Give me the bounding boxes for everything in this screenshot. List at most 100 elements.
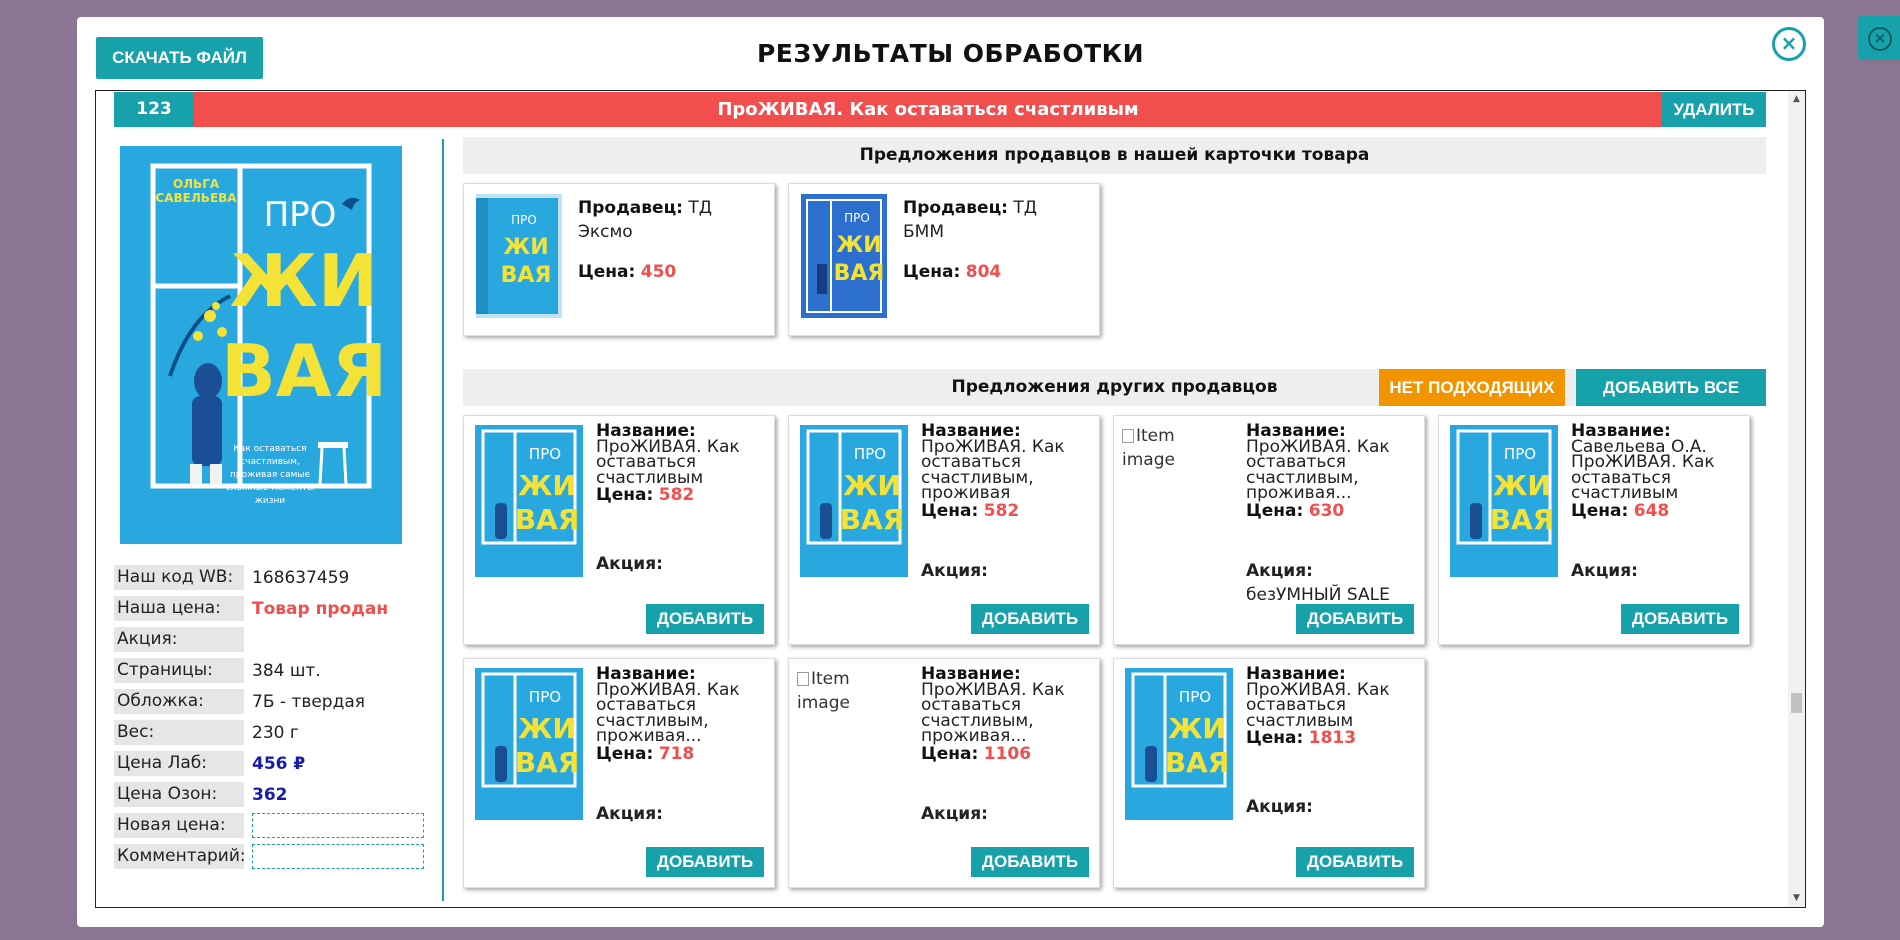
- property-row: Наш код WB: 168637459: [114, 565, 444, 590]
- weight-value: 230 г: [252, 722, 299, 743]
- dialog-title: РЕЗУЛЬТАТЫ ОБРАБОТКИ: [756, 39, 1144, 68]
- svg-text:ВАЯ: ВАЯ: [1165, 746, 1230, 779]
- property-row: Цена Лаб: 456 ₽: [114, 751, 444, 776]
- property-label: Наша цена:: [114, 596, 244, 621]
- svg-text:ВАЯ: ВАЯ: [221, 329, 387, 413]
- background-close-button[interactable]: ×: [1858, 16, 1900, 60]
- our-price-value: Товар продан: [252, 598, 389, 619]
- promo-label: Акция:: [1246, 797, 1313, 817]
- price-label: Цена:: [903, 262, 961, 282]
- broken-image-icon: [1122, 429, 1134, 443]
- offer-name: ПроЖИВАЯ. Как оставаться счастливым: [596, 436, 740, 488]
- vertical-scrollbar[interactable]: ▲ ▼: [1788, 91, 1805, 907]
- cover-type-value: 7Б - твердая: [252, 691, 365, 712]
- property-label: Обложка:: [114, 689, 244, 714]
- close-icon: ×: [1868, 27, 1892, 51]
- property-label: Наш код WB:: [114, 565, 244, 590]
- price-value: 648: [1633, 500, 1670, 521]
- pages-value: 384 шт.: [252, 660, 321, 681]
- price-label: Цена:: [1246, 728, 1304, 748]
- book-thumbnail: ПРО ЖИ ВАЯ: [800, 425, 908, 577]
- scroll-up-arrow-icon[interactable]: ▲: [1788, 91, 1805, 108]
- svg-text:ВАЯ: ВАЯ: [840, 503, 905, 536]
- other-seller-offer-card: ПРО ЖИ ВАЯ Название: ПроЖИВАЯ. Как остава…: [463, 658, 775, 888]
- add-all-button[interactable]: ДОБАВИТЬ ВСЕ: [1576, 369, 1766, 406]
- add-button[interactable]: ДОБАВИТЬ: [1621, 604, 1739, 634]
- price-value: 804: [965, 262, 1002, 282]
- book-thumbnail: ПРО ЖИ ВАЯ: [1450, 425, 1558, 577]
- add-button[interactable]: ДОБАВИТЬ: [1296, 604, 1414, 634]
- property-row: Акция:: [114, 627, 444, 652]
- offer-name: ПроЖИВАЯ. Как оставаться счастливым, про…: [921, 436, 1065, 503]
- add-button[interactable]: ДОБАВИТЬ: [1296, 847, 1414, 877]
- price-value: 1106: [983, 743, 1032, 764]
- property-row: Новая цена:: [114, 813, 444, 838]
- delete-button[interactable]: УДАЛИТЬ: [1662, 92, 1766, 127]
- promo-value: безУМНЫЙ SALE: [1246, 585, 1390, 605]
- svg-text:ЖИ: ЖИ: [230, 239, 378, 323]
- book-thumbnail: ПРО ЖИ ВАЯ: [476, 194, 562, 318]
- add-button[interactable]: ДОБАВИТЬ: [646, 604, 764, 634]
- book-thumbnail: ПРО ЖИ ВАЯ: [801, 194, 887, 318]
- svg-text:ЖИ: ЖИ: [1493, 469, 1551, 502]
- item-title: ПроЖИВАЯ. Как оставаться счастливым: [717, 99, 1139, 120]
- wb-code-value: 168637459: [252, 567, 350, 588]
- property-label: Вес:: [114, 720, 244, 745]
- book-thumbnail: ПРО ЖИ ВАЯ: [475, 668, 583, 820]
- broken-image: Item image: [797, 667, 897, 715]
- property-row: Комментарий:: [114, 844, 444, 869]
- svg-text:ЖИ: ЖИ: [503, 235, 548, 260]
- price-value: 582: [983, 500, 1020, 521]
- svg-text:ЖИ: ЖИ: [843, 469, 901, 502]
- broken-image-icon: [797, 672, 809, 686]
- price-value: 450: [640, 262, 677, 282]
- svg-text:ВАЯ: ВАЯ: [515, 503, 580, 536]
- add-button[interactable]: ДОБАВИТЬ: [646, 847, 764, 877]
- add-button[interactable]: ДОБАВИТЬ: [971, 847, 1089, 877]
- seller-offer-card: ПРО ЖИ ВАЯ Продавец: ТД Эксмо Цена: 450: [463, 183, 775, 336]
- price-label: Цена:: [921, 743, 979, 764]
- svg-text:ПРО: ПРО: [854, 445, 886, 463]
- svg-text:ВАЯ: ВАЯ: [515, 746, 580, 779]
- scrollbar-thumb[interactable]: [1791, 693, 1802, 713]
- seller-offer-card: ПРО ЖИ ВАЯ Продавец: ТД БММ Цена: 804: [788, 183, 1100, 336]
- offer-name: ПроЖИВАЯ. Как оставаться счастливым, про…: [1246, 436, 1390, 503]
- broken-image: Item image: [1122, 424, 1222, 472]
- new-price-input[interactable]: [252, 813, 424, 838]
- svg-text:ПРО: ПРО: [511, 213, 537, 227]
- property-row: Страницы: 384 шт.: [114, 658, 444, 683]
- svg-text:ПРО: ПРО: [1179, 688, 1211, 706]
- seller-label: Продавец:: [578, 198, 683, 218]
- other-seller-offer-card: ПРО ЖИ ВАЯ Название: ПроЖИВАЯ. Как остава…: [1113, 658, 1425, 888]
- svg-text:ЖИ: ЖИ: [836, 233, 881, 258]
- price-value: 582: [658, 485, 695, 505]
- other-seller-offer-card: ПРО ЖИ ВАЯ Название: ПроЖИВАЯ. Как остава…: [463, 415, 775, 645]
- close-icon[interactable]: ×: [1772, 27, 1806, 61]
- property-label: Новая цена:: [114, 813, 244, 838]
- property-label: Страницы:: [114, 658, 244, 683]
- lab-price-value: 456 ₽: [252, 753, 306, 774]
- svg-text:ЖИ: ЖИ: [518, 469, 576, 502]
- price-label: Цена:: [596, 485, 654, 505]
- svg-text:ПРО: ПРО: [264, 195, 337, 235]
- offer-name: ПроЖИВАЯ. Как оставаться счастливым, про…: [921, 679, 1065, 746]
- scroll-down-arrow-icon[interactable]: ▼: [1788, 890, 1805, 907]
- book-thumbnail: ПРО ЖИ ВАЯ: [475, 425, 583, 577]
- item-properties: Наш код WB: 168637459 Наша цена: Товар п…: [114, 565, 444, 875]
- comment-input[interactable]: [252, 844, 424, 869]
- other-seller-offer-card: Item image Название: ПроЖИВАЯ. Как остава…: [788, 658, 1100, 888]
- svg-text:ПРО: ПРО: [1504, 445, 1536, 463]
- property-row: Обложка: 7Б - твердая: [114, 689, 444, 714]
- offer-name: Савельева О.А. ПроЖИВАЯ. Как оставаться …: [1571, 436, 1715, 503]
- price-value: 1813: [1308, 728, 1357, 748]
- property-row: Вес: 230 г: [114, 720, 444, 745]
- property-label: Цена Озон:: [114, 782, 244, 807]
- promo-label: Акция:: [921, 804, 988, 824]
- other-seller-offer-card: ПРО ЖИ ВАЯ Название: ПроЖИВАЯ. Как остава…: [788, 415, 1100, 645]
- svg-text:ВАЯ: ВАЯ: [1490, 503, 1555, 536]
- svg-text:ЖИ: ЖИ: [518, 712, 576, 745]
- price-label: Цена:: [921, 500, 979, 521]
- add-button[interactable]: ДОБАВИТЬ: [971, 604, 1089, 634]
- no-match-button[interactable]: НЕТ ПОДХОДЯЩИХ: [1379, 369, 1565, 406]
- offer-name: ПроЖИВАЯ. Как оставаться счастливым, про…: [596, 679, 740, 746]
